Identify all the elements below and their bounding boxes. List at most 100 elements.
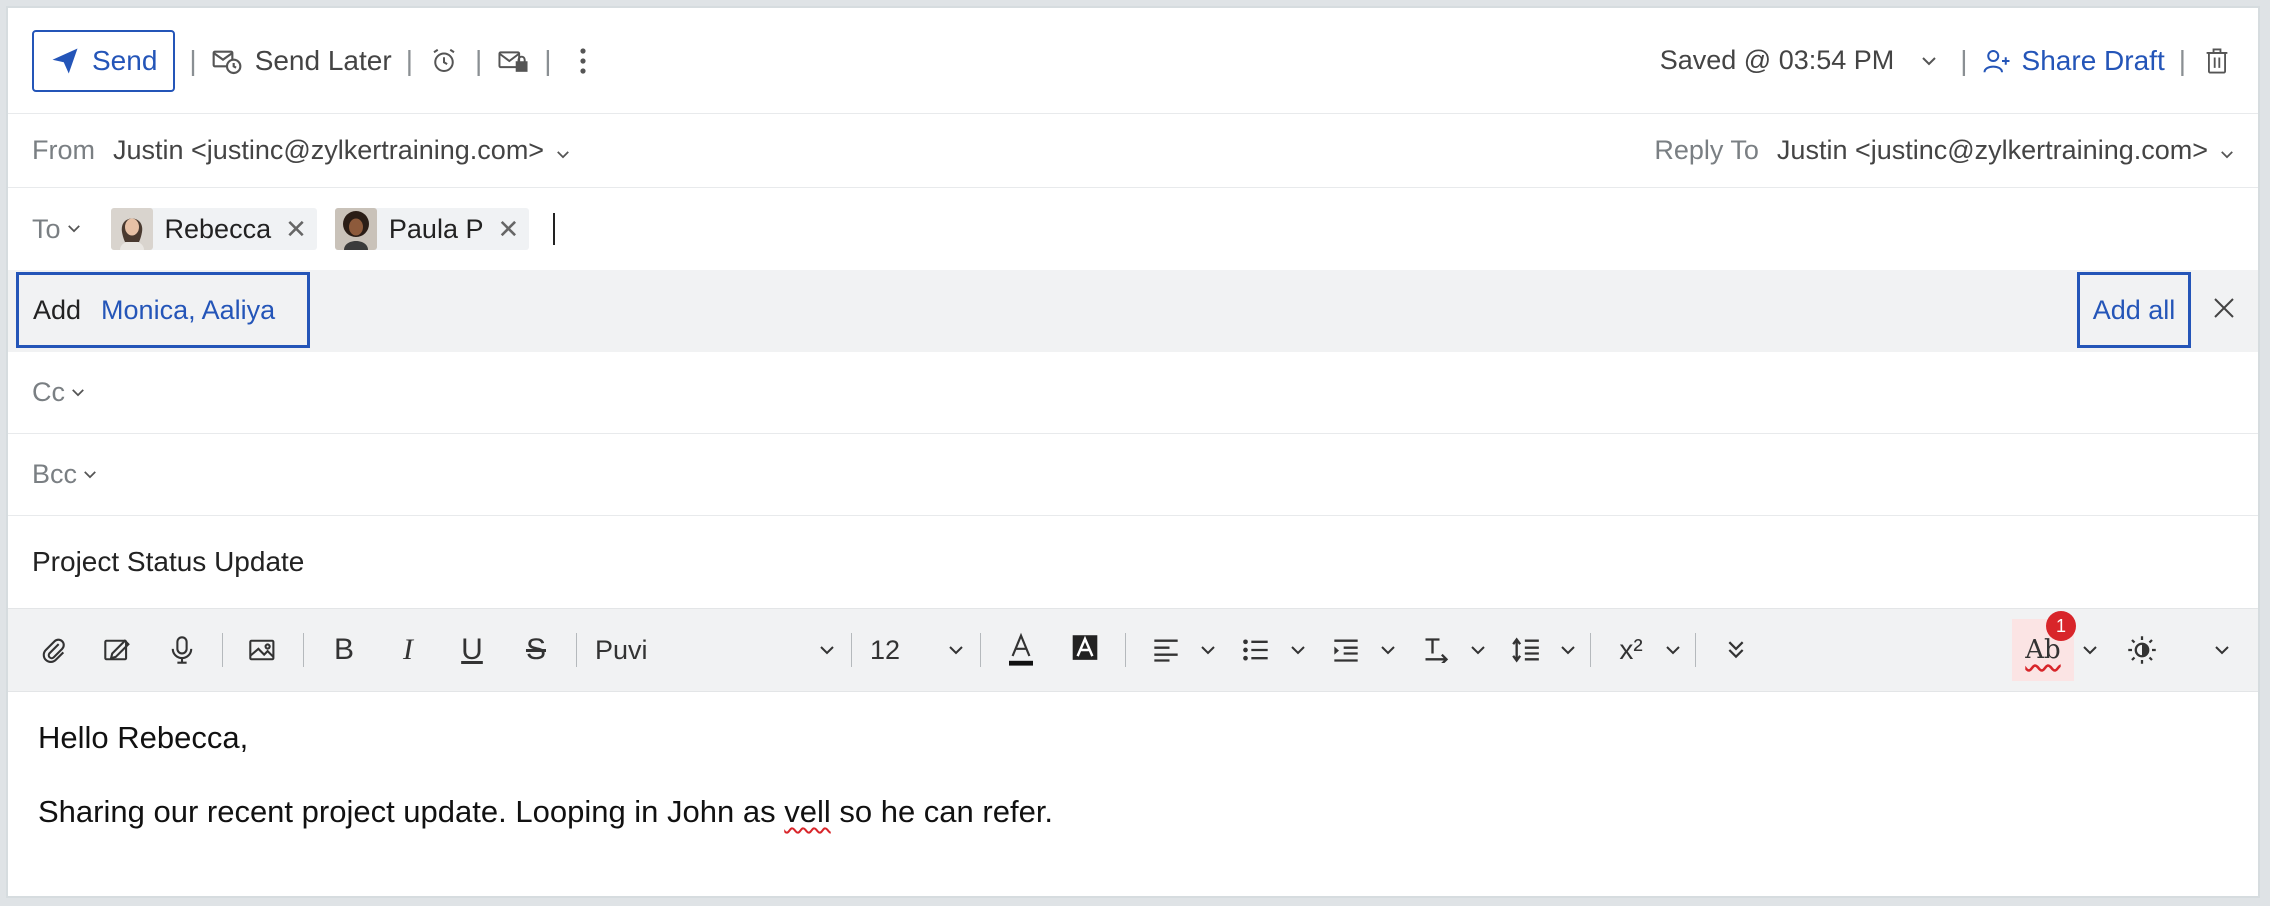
- close-icon[interactable]: [2204, 288, 2244, 328]
- compose-window: Send | Send Later | | | Saved @ 03:54 PM…: [6, 6, 2260, 898]
- toolbar-divider: |: [1960, 44, 1968, 76]
- send-later-button[interactable]: Send Later: [211, 45, 392, 77]
- microphone-icon[interactable]: [160, 628, 204, 672]
- to-row: To Rebecca ✕ Paula P ✕: [8, 188, 2258, 270]
- bcc-label[interactable]: Bcc: [32, 459, 77, 490]
- chevron-down-icon[interactable]: [67, 220, 81, 238]
- chevron-down-icon[interactable]: [1290, 645, 1306, 655]
- insert-image-icon[interactable]: [241, 628, 285, 672]
- toolbar-divider: [1590, 633, 1591, 667]
- suggested-recipients-bar: Add Monica, Aaliya Add all: [8, 270, 2258, 352]
- toolbar-divider: [576, 633, 577, 667]
- chevron-down-icon[interactable]: [2220, 135, 2234, 166]
- send-icon: [52, 48, 78, 73]
- trash-icon[interactable]: [2200, 44, 2234, 78]
- body-paragraph: Sharing our recent project update. Loopi…: [38, 794, 2228, 830]
- reminder-icon[interactable]: [427, 44, 461, 78]
- toolbar-divider: |: [189, 44, 197, 76]
- bcc-row[interactable]: Bcc: [8, 434, 2258, 516]
- misspelled-word[interactable]: vell: [784, 794, 831, 829]
- font-size-value: 12: [870, 634, 901, 665]
- more-options-icon[interactable]: [566, 44, 600, 78]
- chevron-down-icon[interactable]: [1912, 44, 1946, 78]
- chevron-down-icon[interactable]: [1380, 645, 1396, 655]
- chevron-down-icon[interactable]: [2214, 645, 2230, 655]
- toolbar-divider: [851, 633, 852, 667]
- from-label: From: [32, 135, 95, 165]
- text-direction-icon[interactable]: [1414, 628, 1458, 672]
- share-draft-label: Share Draft: [2021, 44, 2165, 76]
- cc-row[interactable]: Cc: [8, 352, 2258, 434]
- remove-recipient-icon[interactable]: ✕: [497, 214, 519, 245]
- recipient-chip[interactable]: Rebecca ✕: [110, 208, 317, 250]
- strikethrough-icon[interactable]: S: [514, 628, 558, 672]
- from-address[interactable]: Justin <justinc@zylkertraining.com>: [113, 135, 544, 166]
- to-label[interactable]: To: [32, 214, 61, 245]
- spell-error-badge: 1: [2046, 611, 2076, 641]
- compose-toolbar: Send | Send Later | | | Saved @ 03:54 PM…: [8, 8, 2258, 114]
- chevron-down-icon[interactable]: [2082, 645, 2098, 655]
- underline-icon[interactable]: U: [450, 628, 494, 672]
- spell-check-button[interactable]: Ab 1: [2012, 611, 2076, 681]
- chevron-down-icon: [948, 645, 964, 655]
- toolbar-divider: [1695, 633, 1696, 667]
- chevron-down-icon[interactable]: [1470, 645, 1486, 655]
- bold-icon[interactable]: B: [322, 628, 366, 672]
- font-family-value: Puvi: [595, 634, 648, 665]
- chevron-down-icon[interactable]: [83, 466, 97, 484]
- superscript-icon[interactable]: x²: [1609, 628, 1653, 672]
- bullet-list-icon[interactable]: [1234, 628, 1278, 672]
- font-family-select[interactable]: Puvi: [585, 635, 835, 666]
- toolbar-divider: |: [544, 44, 552, 76]
- expand-toolbar-icon[interactable]: [1714, 628, 1758, 672]
- italic-icon[interactable]: I: [386, 628, 430, 672]
- chevron-down-icon: [819, 645, 835, 655]
- text-color-icon[interactable]: [999, 628, 1043, 672]
- reply-to-address[interactable]: Justin <justinc@zylkertraining.com>: [1777, 135, 2208, 166]
- body-greeting: Hello Rebecca,: [38, 720, 249, 755]
- background-color-icon[interactable]: [1063, 628, 1107, 672]
- add-label: Add: [33, 294, 82, 325]
- align-left-icon[interactable]: [1144, 628, 1188, 672]
- add-suggested-recipients[interactable]: Add Monica, Aaliya: [16, 272, 310, 348]
- add-user-icon: [1983, 49, 2010, 73]
- line-spacing-icon[interactable]: [1504, 628, 1548, 672]
- signature-icon[interactable]: [96, 628, 140, 672]
- attachment-icon[interactable]: [32, 628, 76, 672]
- recipient-name: Rebecca: [164, 213, 272, 244]
- recipient-name: Paula P: [388, 213, 484, 244]
- toolbar-divider: |: [405, 44, 413, 76]
- subject-text: Project Status Update: [32, 546, 305, 577]
- add-all-button[interactable]: Add all: [2077, 272, 2191, 348]
- chevron-down-icon[interactable]: [71, 384, 85, 402]
- send-button[interactable]: Send: [32, 29, 176, 92]
- share-draft-button[interactable]: Share Draft: [1982, 45, 2165, 77]
- send-label: Send: [92, 44, 158, 76]
- from-row: From Justin <justinc@zylkertraining.com>…: [8, 114, 2258, 188]
- subject-field[interactable]: Project Status Update: [8, 516, 2258, 608]
- chevron-down-icon[interactable]: [1560, 645, 1576, 655]
- suggested-names[interactable]: Monica, Aaliya: [101, 295, 275, 326]
- avatar: [334, 208, 377, 250]
- indent-icon[interactable]: [1324, 628, 1368, 672]
- secure-mail-icon[interactable]: [496, 44, 530, 78]
- chevron-down-icon[interactable]: [1200, 645, 1216, 655]
- formatting-toolbar: B I U S Puvi 12 x² Ab 1: [8, 608, 2258, 692]
- message-body[interactable]: Hello Rebecca, Sharing our recent projec…: [38, 720, 2228, 868]
- chevron-down-icon[interactable]: [556, 135, 570, 166]
- reply-to-label: Reply To: [1654, 135, 1759, 165]
- toolbar-divider: [980, 633, 981, 667]
- text-cursor: [553, 213, 556, 245]
- remove-recipient-icon[interactable]: ✕: [285, 214, 307, 245]
- recipient-chip[interactable]: Paula P ✕: [334, 208, 530, 250]
- avatar: [110, 208, 153, 250]
- cc-label[interactable]: Cc: [32, 377, 65, 408]
- send-later-label: Send Later: [254, 44, 392, 76]
- theme-toggle-icon[interactable]: [2120, 628, 2164, 672]
- toolbar-divider: [303, 633, 304, 667]
- saved-status: Saved @ 03:54 PM: [1659, 45, 1895, 75]
- chevron-down-icon[interactable]: [1665, 645, 1681, 655]
- body-text: so he can refer.: [830, 794, 1054, 829]
- schedule-send-icon: [212, 50, 242, 74]
- font-size-select[interactable]: 12: [860, 635, 964, 666]
